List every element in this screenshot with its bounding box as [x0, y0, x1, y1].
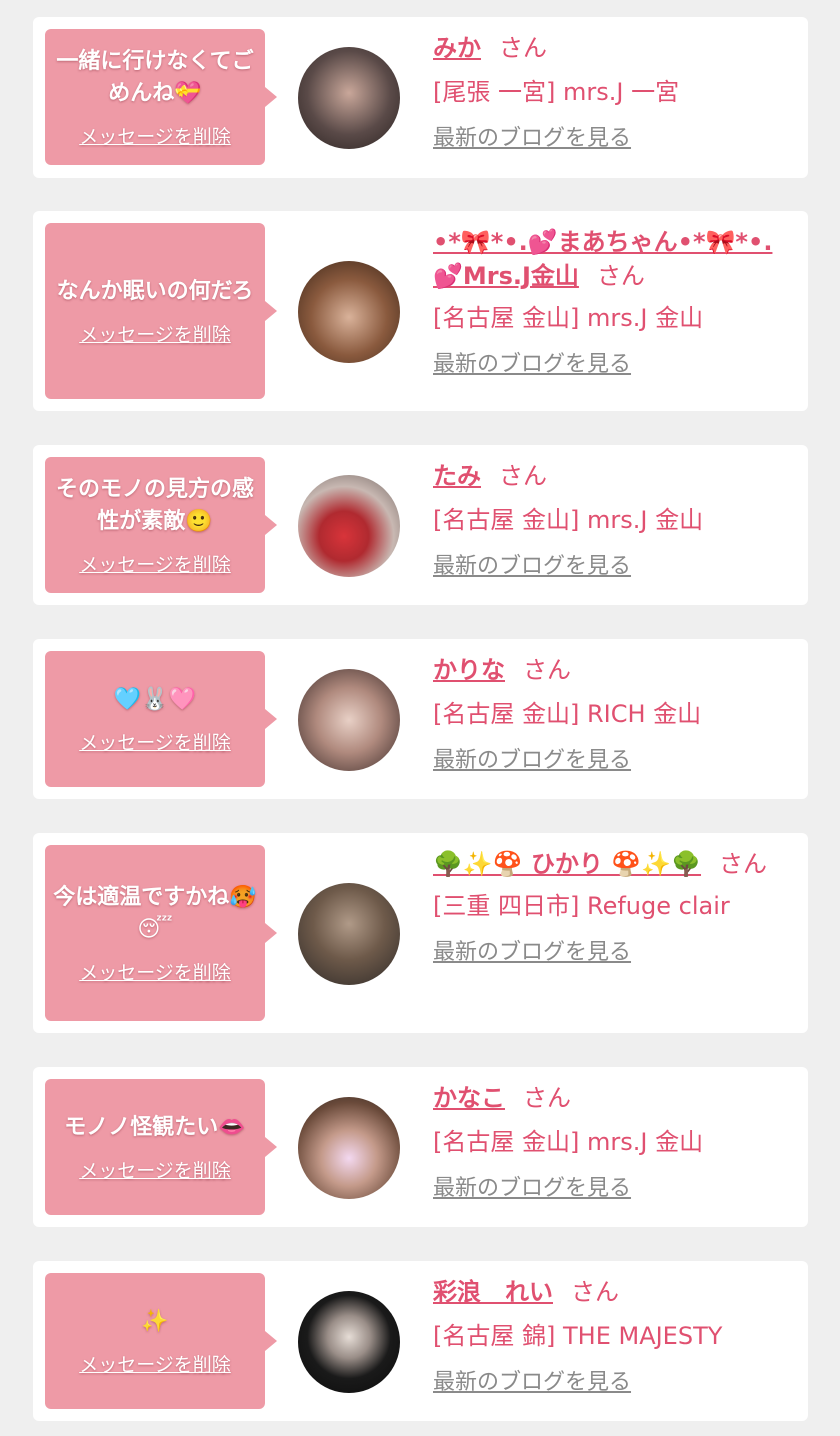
name-line: 彩浪 れい さん	[433, 1275, 778, 1309]
message-bubble: 🩵🐰🩷 メッセージを削除	[45, 651, 277, 787]
latest-blog-link[interactable]: 最新のブログを見る	[433, 745, 631, 777]
profile-name-link[interactable]: たみ	[433, 462, 481, 490]
shop-label: [三重 四日市] Refuge clair	[433, 892, 730, 920]
latest-blog-link[interactable]: 最新のブログを見る	[433, 1367, 631, 1399]
message-bubble: モノノ怪観たい👄 メッセージを削除	[45, 1079, 277, 1215]
message-card-list: 一緒に行けなくてごめんね💝 メッセージを削除 みか さん [尾張 一宮] mrs.…	[0, 0, 840, 1436]
latest-blog-link[interactable]: 最新のブログを見る	[433, 1173, 631, 1205]
name-line: たみ さん	[433, 459, 778, 493]
profile-name-link[interactable]: みか	[433, 34, 481, 62]
delete-message-link[interactable]: メッセージを削除	[79, 1156, 231, 1183]
honorific: さん	[499, 462, 547, 490]
latest-blog-link[interactable]: 最新のブログを見る	[433, 937, 631, 969]
avatar[interactable]	[298, 883, 400, 985]
shop-label: [名古屋 錦] THE MAJESTY	[433, 1322, 723, 1350]
delete-message-link[interactable]: メッセージを削除	[79, 1350, 231, 1377]
latest-blog-link[interactable]: 最新のブログを見る	[433, 551, 631, 583]
profile-info: •*🎀*•.💕まあちゃん•*🎀*•.💕Mrs.J金山 さん [名古屋 金山] mr…	[433, 225, 778, 381]
message-text: 一緒に行けなくてごめんね💝	[56, 48, 254, 106]
message-text: 🩵🐰🩷	[113, 686, 197, 712]
delete-message-link[interactable]: メッセージを削除	[79, 550, 231, 577]
message-card: 今は適温ですかね🥵😴 メッセージを削除 🌳✨🍄 ひかり 🍄✨🌳 さん [三重 四日…	[33, 833, 808, 1033]
message-text: 今は適温ですかね🥵😴	[53, 884, 257, 942]
message-text: なんか眠いの何だろ	[56, 278, 254, 304]
avatar[interactable]	[298, 1291, 400, 1393]
name-line: •*🎀*•.💕まあちゃん•*🎀*•.💕Mrs.J金山 さん	[433, 225, 778, 293]
message-bubble: ✨ メッセージを削除	[45, 1273, 277, 1409]
message-card: ✨ メッセージを削除 彩浪 れい さん [名古屋 錦] THE MAJESTY 最…	[33, 1261, 808, 1421]
message-text: モノノ怪観たい👄	[64, 1114, 246, 1140]
avatar[interactable]	[298, 669, 400, 771]
message-card: 🩵🐰🩷 メッセージを削除 かりな さん [名古屋 金山] RICH 金山 最新のブ…	[33, 639, 808, 799]
avatar[interactable]	[298, 47, 400, 149]
honorific: さん	[596, 262, 645, 290]
profile-name-link[interactable]: かなこ	[433, 1084, 505, 1112]
avatar[interactable]	[298, 475, 400, 577]
message-card: そのモノの見方の感性が素敵🙂 メッセージを削除 たみ さん [名古屋 金山] mr…	[33, 445, 808, 605]
message-bubble: なんか眠いの何だろ メッセージを削除	[45, 223, 277, 399]
honorific: さん	[523, 1084, 571, 1112]
avatar[interactable]	[298, 1097, 400, 1199]
shop-label: [名古屋 金山] mrs.J 金山	[433, 304, 704, 332]
message-bubble: 今は適温ですかね🥵😴 メッセージを削除	[45, 845, 277, 1021]
name-line: かなこ さん	[433, 1081, 778, 1115]
message-card: なんか眠いの何だろ メッセージを削除 •*🎀*•.💕まあちゃん•*🎀*•.💕Mr…	[33, 211, 808, 411]
honorific: さん	[571, 1278, 619, 1306]
name-line: かりな さん	[433, 653, 778, 687]
name-line: 🌳✨🍄 ひかり 🍄✨🌳 さん	[433, 847, 778, 881]
profile-info: 🌳✨🍄 ひかり 🍄✨🌳 さん [三重 四日市] Refuge clair 最新のブ…	[433, 847, 778, 969]
profile-name-link[interactable]: 🌳✨🍄 ひかり 🍄✨🌳	[433, 850, 701, 878]
shop-label: [名古屋 金山] mrs.J 金山	[433, 506, 704, 534]
honorific: さん	[499, 34, 547, 62]
message-text: そのモノの見方の感性が素敵🙂	[55, 476, 254, 534]
delete-message-link[interactable]: メッセージを削除	[79, 958, 231, 985]
name-line: みか さん	[433, 31, 778, 65]
shop-label: [名古屋 金山] RICH 金山	[433, 700, 702, 728]
profile-info: 彩浪 れい さん [名古屋 錦] THE MAJESTY 最新のブログを見る	[433, 1275, 778, 1399]
latest-blog-link[interactable]: 最新のブログを見る	[433, 123, 631, 155]
profile-info: かなこ さん [名古屋 金山] mrs.J 金山 最新のブログを見る	[433, 1081, 778, 1205]
profile-info: たみ さん [名古屋 金山] mrs.J 金山 最新のブログを見る	[433, 459, 778, 583]
honorific: さん	[523, 656, 571, 684]
delete-message-link[interactable]: メッセージを削除	[79, 728, 231, 755]
message-text: ✨	[141, 1308, 169, 1334]
message-bubble: そのモノの見方の感性が素敵🙂 メッセージを削除	[45, 457, 277, 593]
latest-blog-link[interactable]: 最新のブログを見る	[433, 349, 631, 381]
shop-label: [尾張 一宮] mrs.J 一宮	[433, 78, 680, 106]
profile-name-link[interactable]: 彩浪 れい	[433, 1278, 553, 1306]
avatar[interactable]	[298, 261, 400, 363]
delete-message-link[interactable]: メッセージを削除	[79, 320, 231, 347]
message-card: 一緒に行けなくてごめんね💝 メッセージを削除 みか さん [尾張 一宮] mrs.…	[33, 17, 808, 178]
profile-name-link[interactable]: かりな	[433, 656, 505, 684]
message-bubble: 一緒に行けなくてごめんね💝 メッセージを削除	[45, 29, 277, 165]
honorific: さん	[719, 850, 768, 878]
shop-label: [名古屋 金山] mrs.J 金山	[433, 1128, 704, 1156]
delete-message-link[interactable]: メッセージを削除	[79, 122, 231, 149]
message-card: モノノ怪観たい👄 メッセージを削除 かなこ さん [名古屋 金山] mrs.J 金…	[33, 1067, 808, 1227]
profile-info: かりな さん [名古屋 金山] RICH 金山 最新のブログを見る	[433, 653, 778, 777]
profile-info: みか さん [尾張 一宮] mrs.J 一宮 最新のブログを見る	[433, 31, 778, 155]
